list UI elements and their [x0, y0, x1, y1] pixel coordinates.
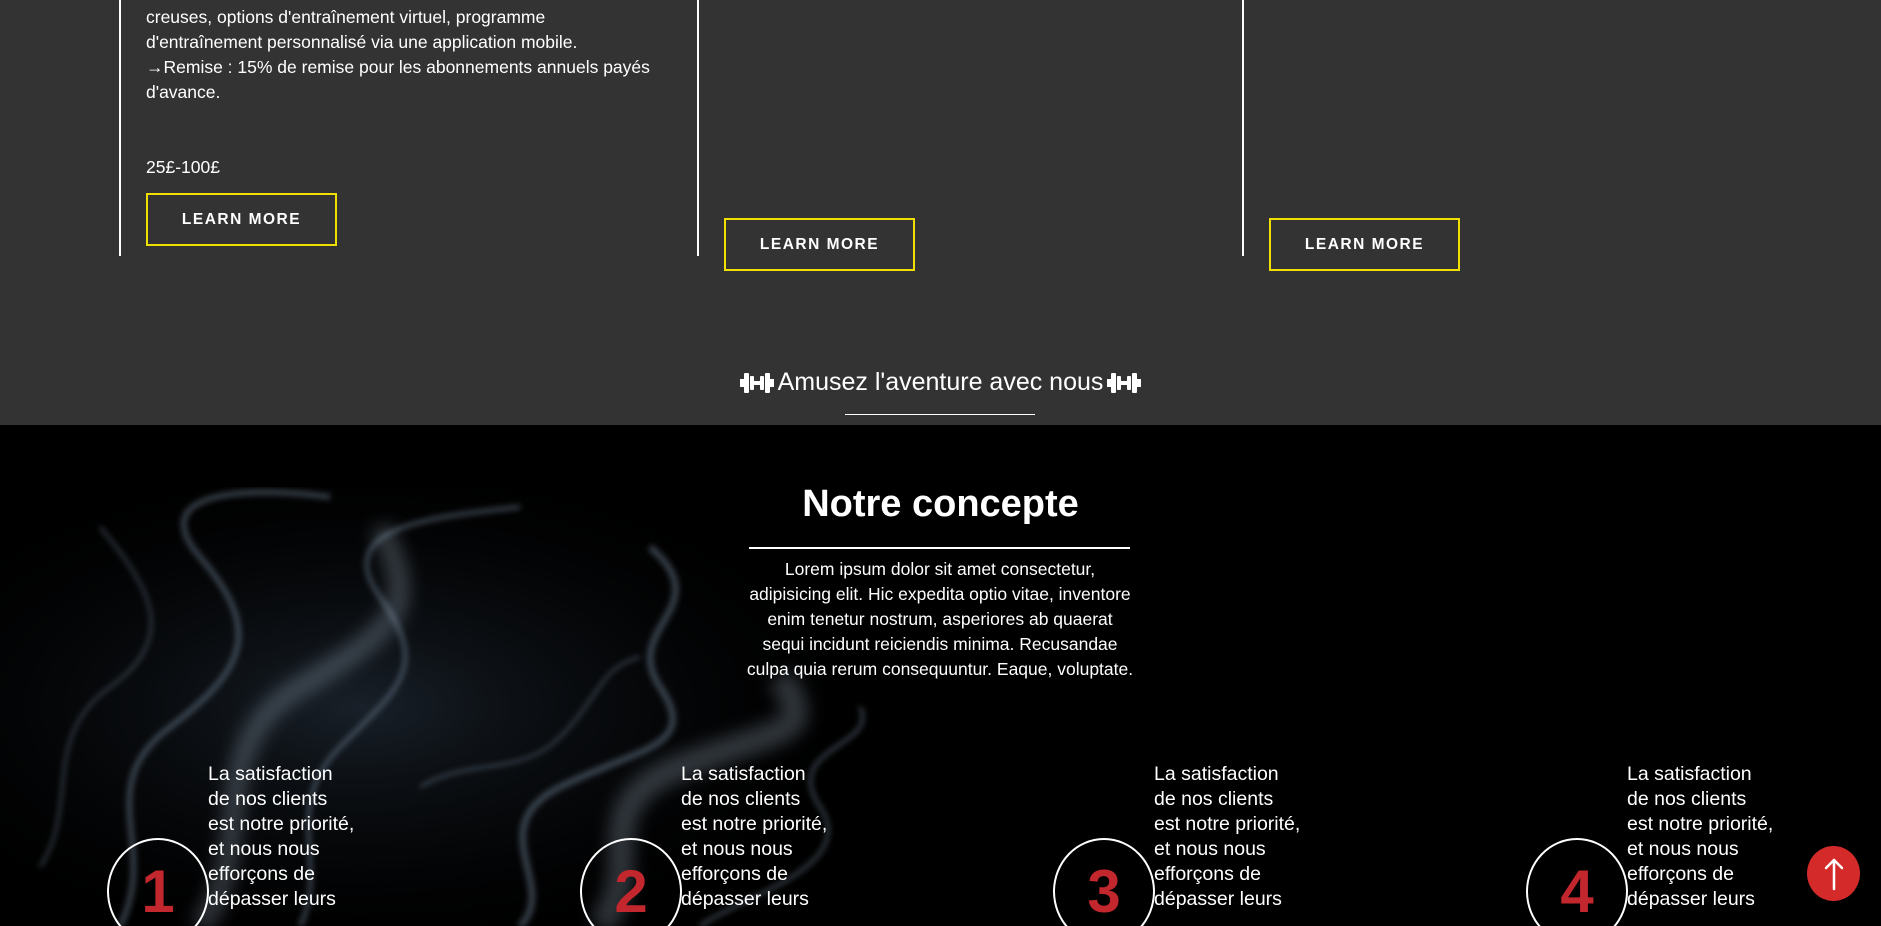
description-line: creuses, options d'entraînement virtuel,… [146, 7, 546, 27]
step-number-circle: 1 [107, 838, 209, 926]
pricing-card-price: 25£-100£ [146, 157, 220, 177]
step-text: La satisfaction de nos clients est notre… [1154, 763, 1301, 910]
step-number: 1 [141, 858, 175, 925]
dumbbell-icon [739, 372, 774, 393]
learn-more-button[interactable]: LEARN MORE [724, 218, 915, 271]
step-number: 2 [614, 858, 648, 925]
arrow-up-icon [1824, 858, 1843, 890]
step-text: La satisfaction de nos clients est notre… [681, 763, 828, 910]
concept-step-1: 1 La satisfaction de nos clients est not… [107, 762, 354, 926]
concept-step-3: 3 La satisfaction de nos clients est not… [1053, 762, 1300, 926]
scroll-to-top-button[interactable] [1807, 846, 1860, 901]
adventure-heading-text: Amusez l'aventure avec nous [777, 368, 1104, 396]
pricing-section: creuses, options d'entraînement virtuel,… [0, 0, 1881, 425]
adventure-heading: Amusez l'aventure avec nous [0, 368, 1881, 397]
pricing-card-description: creuses, options d'entraînement virtuel,… [146, 5, 666, 105]
step-text: La satisfaction de nos clients est notre… [208, 763, 355, 910]
description-line: d'avance. [146, 82, 221, 102]
step-number: 4 [1560, 858, 1594, 925]
description-line: d'entraînement personnalisé via une appl… [146, 32, 578, 52]
step-number: 3 [1087, 858, 1121, 925]
concept-title: Notre concepte [802, 483, 1079, 525]
pricing-card-3: LEARN MORE [1242, 0, 1802, 271]
concept-description: Lorem ipsum dolor sit amet consectetur, … [746, 559, 1134, 679]
concept-section: Notre concepte Lorem ipsum dolor sit ame… [0, 425, 1881, 926]
pricing-card-2: LEARN MORE [697, 0, 1242, 271]
description-line: →Remise : 15% de remise pour les abonnem… [146, 57, 650, 77]
learn-more-button[interactable]: LEARN MORE [1269, 218, 1460, 271]
learn-more-button[interactable]: LEARN MORE [146, 193, 337, 246]
concept-title-underline [749, 547, 1130, 549]
dumbbell-icon [1107, 372, 1142, 393]
step-number-circle: 3 [1053, 838, 1155, 926]
step-text: La satisfaction de nos clients est notre… [1627, 763, 1774, 910]
step-number-circle: 2 [580, 838, 682, 926]
pricing-card-1: creuses, options d'entraînement virtuel,… [119, 0, 697, 256]
concept-step-4: 4 La satisfaction de nos clients est not… [1526, 762, 1773, 926]
step-number-circle: 4 [1526, 838, 1628, 926]
heading-underline [845, 414, 1035, 415]
concept-step-2: 2 La satisfaction de nos clients est not… [580, 762, 827, 926]
